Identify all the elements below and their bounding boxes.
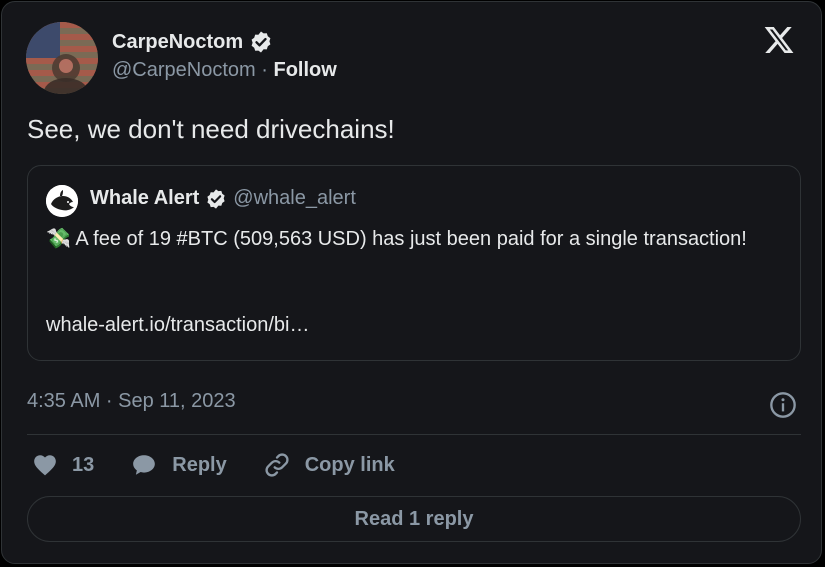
tweet-text: See, we don't need drivechains!	[27, 114, 395, 144]
tweet-timestamp[interactable]: 4:35 AM · Sep 11, 2023	[27, 390, 236, 413]
action-bar: 13 Reply Copy link	[32, 451, 431, 479]
quoted-text-body: A fee of 19 #BTC (509,563 USD) has just …	[75, 228, 747, 250]
link-icon	[265, 453, 289, 477]
heart-icon	[34, 455, 56, 476]
tweet-card: CarpeNoctom @CarpeNoctom · Follow See, w…	[1, 1, 822, 564]
money-with-wings-emoji: 💸	[46, 228, 71, 250]
quoted-verified-badge-icon	[207, 188, 225, 209]
divider	[27, 434, 801, 435]
quoted-text: 💸 A fee of 19 #BTC (509,563 USD) has jus…	[46, 224, 786, 254]
handle-separator: ·	[261, 59, 268, 81]
reply-button[interactable]: Reply	[130, 452, 227, 478]
quoted-tweet[interactable]: Whale Alert @whale_alert 💸 A fee of 19 #…	[27, 165, 801, 361]
copy-link-button[interactable]: Copy link	[263, 451, 395, 479]
like-button[interactable]: 13	[32, 452, 94, 478]
author-avatar[interactable]	[26, 22, 98, 94]
quoted-name-row[interactable]: Whale Alert @whale_alert	[90, 187, 356, 210]
quoted-handle[interactable]: @whale_alert	[233, 187, 356, 210]
copy-link-label: Copy link	[304, 453, 395, 476]
author-name-row[interactable]: CarpeNoctom	[112, 30, 273, 54]
verified-badge-icon	[251, 31, 271, 53]
follow-button[interactable]: Follow	[273, 59, 336, 81]
x-logo-icon[interactable]	[763, 24, 795, 56]
author-handle[interactable]: @CarpeNoctom	[112, 59, 256, 81]
like-count: 13	[72, 453, 95, 476]
quoted-name[interactable]: Whale Alert	[90, 187, 199, 210]
read-replies-button[interactable]: Read 1 reply	[27, 496, 801, 542]
quoted-avatar[interactable]	[46, 185, 78, 217]
info-icon[interactable]	[769, 391, 797, 419]
quoted-link[interactable]: whale-alert.io/transaction/bi…	[46, 314, 309, 337]
reply-label: Reply	[172, 453, 227, 476]
author-handle-row: @CarpeNoctom · Follow	[112, 59, 337, 82]
author-name[interactable]: CarpeNoctom	[112, 31, 243, 54]
speech-bubble-icon	[133, 455, 156, 475]
